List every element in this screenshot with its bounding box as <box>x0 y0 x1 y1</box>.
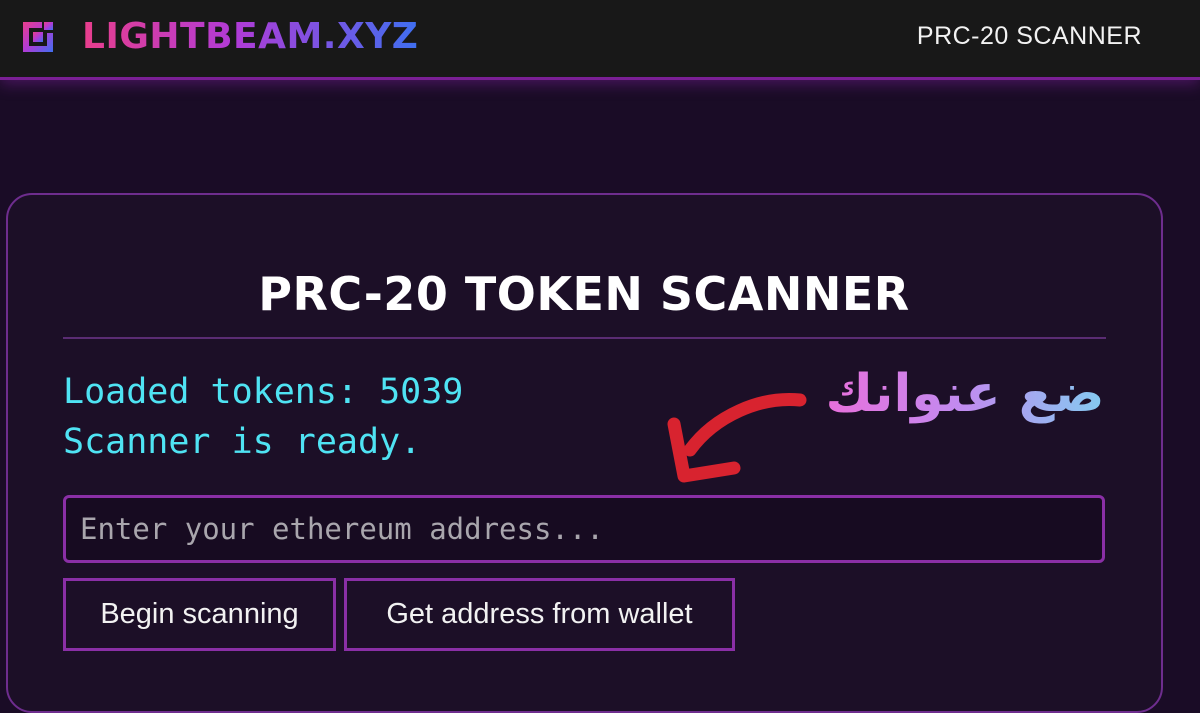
ethereum-address-input[interactable] <box>63 495 1105 563</box>
title-divider <box>63 337 1106 339</box>
begin-scanning-button[interactable]: Begin scanning <box>63 578 336 651</box>
brand-logo-link[interactable]: LIGHTBEAM.XYZ <box>20 15 418 59</box>
red-arrow-annotation <box>667 393 807 483</box>
status-scanner-ready: Scanner is ready. <box>63 422 422 462</box>
annotation-text-overlay: ضع عنوانك <box>800 358 1130 430</box>
top-navbar: LIGHTBEAM.XYZ PRC-20 SCANNER <box>0 0 1200 80</box>
nav-link-prc20-scanner[interactable]: PRC-20 SCANNER <box>917 20 1142 52</box>
brand-name: LIGHTBEAM.XYZ <box>82 16 419 57</box>
page-title: PRC-20 TOKEN SCANNER <box>258 267 910 321</box>
lightbeam-logo-icon <box>23 22 53 52</box>
status-loaded-tokens: Loaded tokens: 5039 <box>63 372 464 412</box>
get-address-from-wallet-button[interactable]: Get address from wallet <box>344 578 735 651</box>
